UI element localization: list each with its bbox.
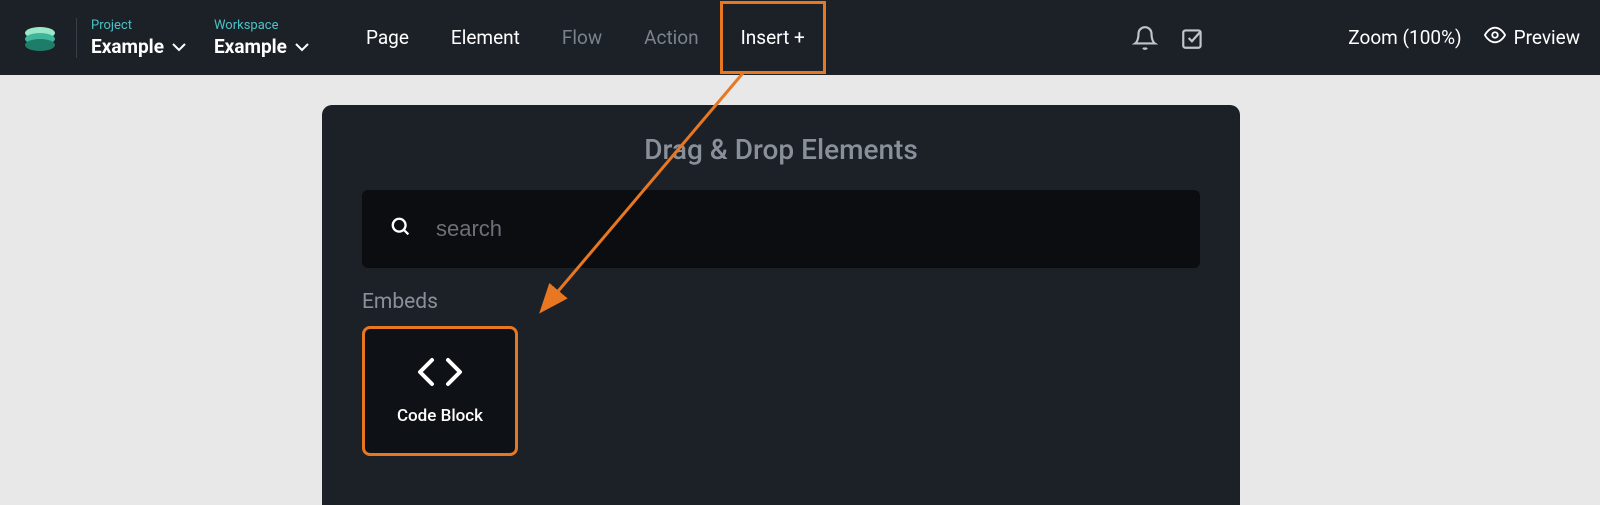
zoom-level[interactable]: Zoom (100%)	[1348, 26, 1461, 49]
eye-icon	[1484, 24, 1506, 51]
chevron-down-icon	[172, 37, 186, 56]
divider	[76, 18, 77, 58]
checkbox-icon[interactable]	[1180, 25, 1206, 51]
workspace-selector[interactable]: Workspace Example	[214, 18, 309, 58]
section-embeds-label: Embeds	[362, 290, 1200, 314]
bell-icon[interactable]	[1132, 25, 1158, 51]
canvas-stage: Drag & Drop Elements Embeds Code Block	[0, 75, 1600, 505]
search-row	[362, 190, 1200, 268]
nav-page[interactable]: Page	[345, 1, 430, 74]
code-block-tile[interactable]: Code Block	[362, 326, 518, 456]
nav-action[interactable]: Action	[623, 1, 720, 74]
workspace-label: Workspace	[214, 18, 309, 33]
nav-flow[interactable]: Flow	[541, 1, 623, 74]
tile-label: Code Block	[397, 406, 483, 426]
chevron-down-icon	[295, 37, 309, 56]
top-bar: Project Example Workspace Example Page E…	[0, 0, 1600, 75]
app-logo[interactable]	[20, 18, 60, 58]
search-input[interactable]	[436, 216, 1172, 242]
workspace-value: Example	[214, 35, 287, 58]
project-label: Project	[91, 18, 186, 33]
panel-title: Drag & Drop Elements	[362, 133, 1200, 166]
preview-button[interactable]: Preview	[1484, 24, 1580, 51]
nav-insert[interactable]: Insert +	[720, 1, 826, 74]
right-actions: Zoom (100%) Preview	[1132, 24, 1580, 51]
nav-element[interactable]: Element	[430, 1, 541, 74]
search-icon	[390, 216, 412, 242]
project-selector[interactable]: Project Example	[91, 18, 186, 58]
code-icon	[416, 356, 464, 392]
preview-label: Preview	[1514, 26, 1580, 49]
main-nav: Page Element Flow Action Insert +	[345, 1, 826, 74]
project-value: Example	[91, 35, 164, 58]
insert-panel: Drag & Drop Elements Embeds Code Block	[322, 105, 1240, 505]
